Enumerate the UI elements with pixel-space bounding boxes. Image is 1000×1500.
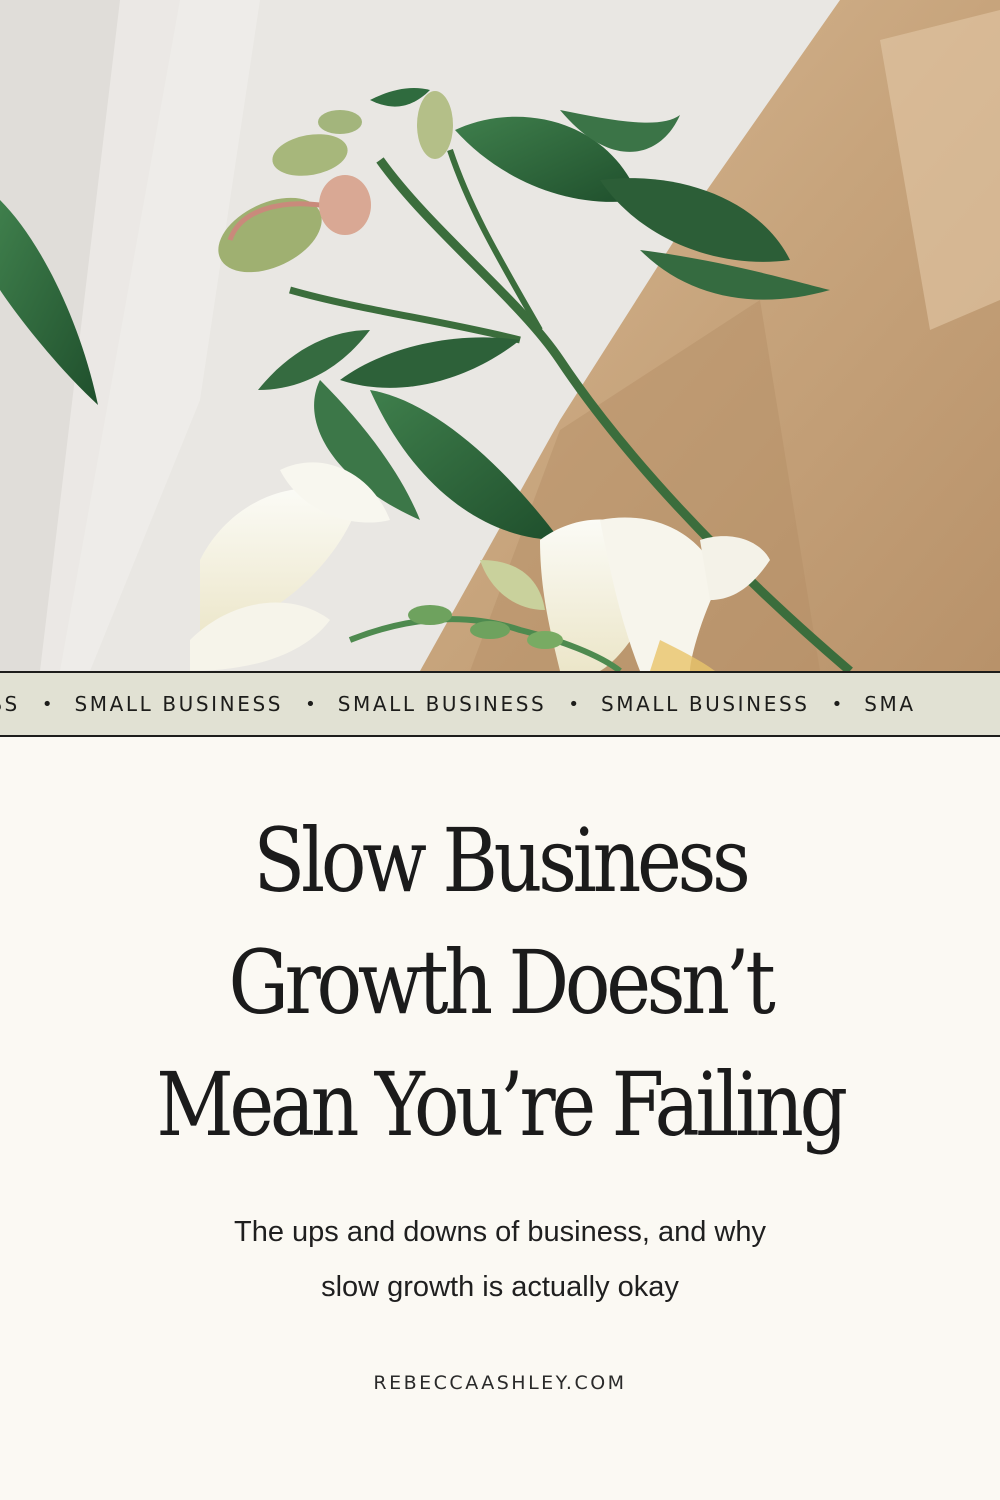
headline: Slow Business Growth Doesn’t Mean You’re… xyxy=(113,800,887,1166)
website-url: REBECCAASHLEY.COM xyxy=(373,1372,627,1394)
ticker-separator: • xyxy=(305,693,316,715)
ticker-item: ESS xyxy=(0,692,20,716)
subtitle-line: slow growth is actually okay xyxy=(321,1271,679,1303)
ticker-separator: • xyxy=(831,693,843,715)
subtitle-line: The ups and downs of business, and why xyxy=(234,1216,766,1248)
headline-line: Growth Doesn’t xyxy=(228,931,775,1034)
ticker-track: ESS • SMALL BUSINESS • SMALL BUSINESS • … xyxy=(0,673,916,735)
ticker-item: SMA xyxy=(864,692,916,716)
category-ticker-band: ESS • SMALL BUSINESS • SMALL BUSINESS • … xyxy=(0,671,1000,737)
pin-graphic: ESS • SMALL BUSINESS • SMALL BUSINESS • … xyxy=(0,0,1000,1500)
ticker-separator: • xyxy=(41,693,53,715)
ticker-item: SMALL BUSINESS xyxy=(74,692,284,716)
ticker-item: SMALL BUSINESS xyxy=(337,692,547,716)
headline-line: Mean You’re Failing xyxy=(156,1053,848,1156)
ticker-item: SMALL BUSINESS xyxy=(600,692,810,716)
subtitle: The ups and downs of business, and why s… xyxy=(100,1205,900,1315)
headline-line: Slow Business xyxy=(253,809,750,912)
flower-photo xyxy=(0,0,1000,671)
ticker-separator: • xyxy=(568,693,579,715)
